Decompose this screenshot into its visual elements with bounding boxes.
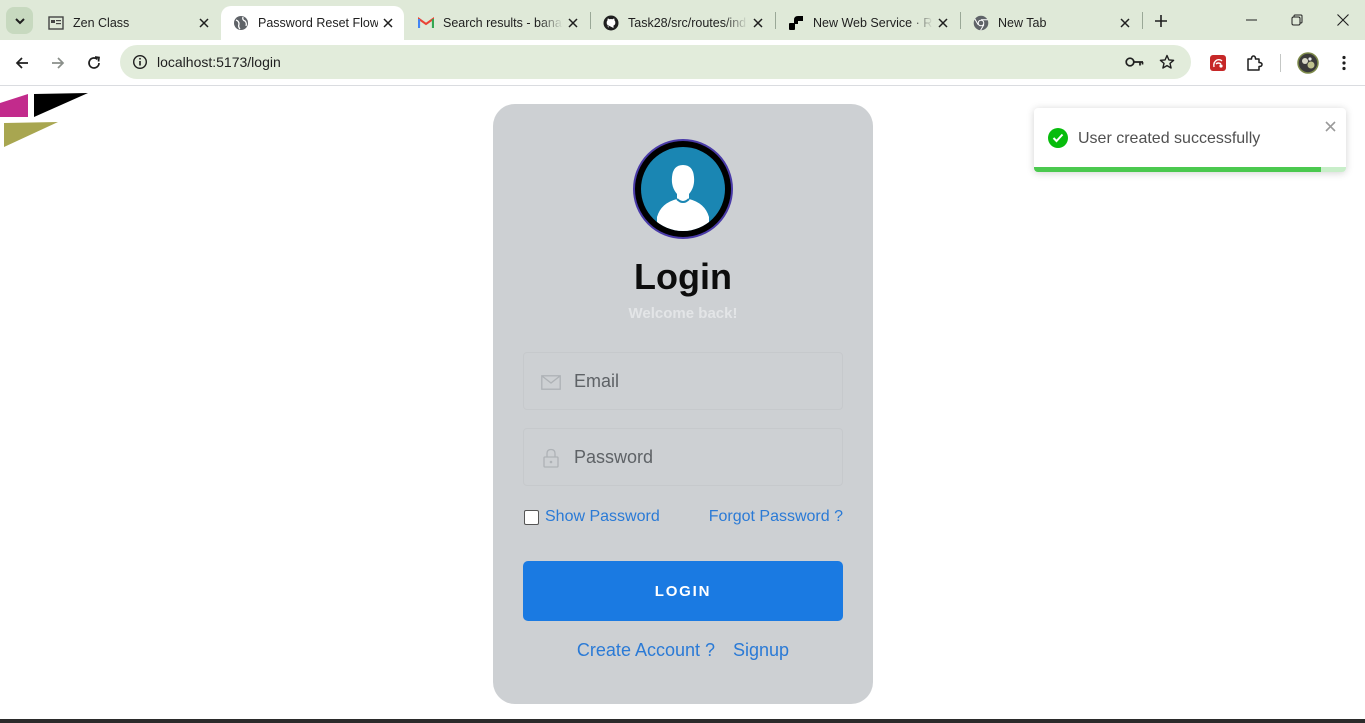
tab-zen-class[interactable]: Zen Class [36,6,220,40]
close-tab-icon[interactable] [1115,13,1135,33]
avatar [1297,52,1319,74]
password-key-icon[interactable] [1124,51,1146,73]
toolbar-separator [1280,54,1281,72]
login-heading: Login [634,256,732,297]
close-window-button[interactable] [1320,6,1365,34]
password-input[interactable] [574,429,834,485]
forgot-password-link[interactable]: Forgot Password ? [709,508,843,526]
email-field [523,352,843,410]
close-icon [1337,14,1349,26]
tab-github[interactable]: Task28/src/routes/ind [591,6,774,40]
login-button[interactable]: LOGIN [523,561,843,621]
password-field [523,428,843,486]
page-viewport: Login Welcome back! Show Password Forgot… [0,87,1365,723]
tab-title: Task28/src/routes/ind [628,16,747,30]
zen-class-favicon [48,15,64,31]
browser-window: Zen Class Password Reset Flow Search res… [0,0,1365,723]
toast-message: User created successfully [1078,130,1261,147]
create-account-text[interactable]: Create Account ? [577,640,715,661]
tab-title: New Tab [998,16,1047,30]
tab-title: New Web Service · R [813,16,933,30]
tab-title: Password Reset Flow [258,16,378,30]
tab-separator [1142,12,1143,29]
close-tab-icon[interactable] [378,13,398,33]
plus-icon [1155,15,1167,27]
extension-red-icon [1210,55,1226,71]
toast-progress-bar [1034,167,1322,172]
puzzle-icon [1247,55,1263,71]
user-avatar-icon [633,139,733,239]
show-password-checkbox[interactable] [524,510,539,525]
globe-icon [233,15,249,31]
github-icon [603,15,619,31]
success-toast: User created successfully [1034,108,1346,172]
signup-row: Create Account ? Signup [493,640,873,661]
tab-render-new-web-service[interactable]: New Web Service · R [776,6,959,40]
forward-button[interactable] [44,49,72,77]
back-button[interactable] [8,49,36,77]
signup-link[interactable]: Signup [733,640,789,661]
gmail-icon [418,15,434,31]
extension-red-button[interactable] [1204,49,1232,77]
toast-progress-track [1034,167,1346,172]
url-text[interactable]: localhost:5173/login [157,54,281,70]
profile-button[interactable] [1294,49,1322,77]
show-password-label[interactable]: Show Password [545,508,660,526]
site-info-icon[interactable] [128,50,152,74]
welcome-subtitle: Welcome back! [628,305,738,322]
more-vert-icon [1342,55,1346,71]
minimize-button[interactable] [1228,6,1274,34]
close-tab-icon[interactable] [933,13,953,33]
close-tab-icon[interactable] [748,13,768,33]
lock-icon [541,448,561,468]
browser-toolbar: localhost:5173/login [0,40,1365,86]
tab-title: Search results - banal [443,16,563,30]
envelope-icon [541,372,561,392]
tab-title: Zen Class [73,16,130,30]
email-input[interactable] [574,353,834,409]
close-tab-icon[interactable] [194,13,214,33]
tab-strip: Zen Class Password Reset Flow Search res… [0,0,1365,40]
extensions-button[interactable] [1240,49,1268,77]
bookmark-star-icon[interactable] [1156,51,1178,73]
render-icon [788,15,804,31]
restore-icon [1291,14,1303,26]
reload-icon [88,56,100,69]
chrome-icon [973,15,989,31]
arrow-left-icon [15,57,28,69]
address-bar[interactable]: localhost:5173/login [120,45,1191,79]
tab-gmail-search[interactable]: Search results - banal [406,6,589,40]
toast-close-icon[interactable] [1323,119,1337,133]
check-circle-icon [1048,128,1068,148]
close-tab-icon[interactable] [563,13,583,33]
password-options-row: Show Password Forgot Password ? [523,507,843,529]
site-logo [0,93,88,147]
login-card: Login Welcome back! Show Password Forgot… [493,104,873,704]
arrow-right-icon [52,57,65,69]
tab-password-reset-flow[interactable]: Password Reset Flow [221,6,404,40]
tab-search-button[interactable] [6,7,33,34]
minimize-icon [1245,19,1257,21]
tab-new-tab[interactable]: New Tab [961,6,1141,40]
chrome-menu-button[interactable] [1330,49,1358,77]
new-tab-button[interactable] [1150,10,1172,32]
reload-button[interactable] [80,49,108,77]
restore-button[interactable] [1274,6,1320,34]
taskbar-edge [0,719,1365,723]
chevron-down-icon [14,17,25,24]
